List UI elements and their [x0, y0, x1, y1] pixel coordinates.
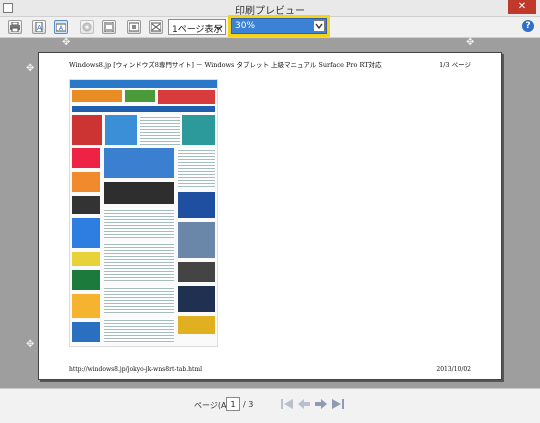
first-page-icon[interactable]: [280, 398, 294, 410]
zoom-dropdown-button[interactable]: [313, 20, 325, 32]
header-footer-button[interactable]: [102, 20, 116, 34]
printer-icon: [10, 22, 20, 32]
page-setup-button[interactable]: [80, 20, 94, 34]
zoom-highlight: 30%: [228, 15, 330, 37]
page-header-page-number: 1/3 ページ: [439, 61, 471, 69]
margin-handle-left-top[interactable]: ✥: [62, 38, 70, 48]
shrink-to-fit-button[interactable]: [149, 20, 163, 34]
margin-handle-right-top[interactable]: ✥: [466, 38, 474, 48]
header-footer-icon: [104, 22, 114, 32]
last-page-icon[interactable]: [331, 398, 345, 410]
next-page-icon[interactable]: [314, 398, 328, 410]
chevron-down-icon: [315, 23, 323, 30]
portrait-button[interactable]: A: [32, 20, 46, 34]
page-header-title: Windows8.jp [ウィンドウズ8専門サイト] － Windows タブレ…: [69, 61, 382, 69]
zoom-value: 30%: [235, 21, 256, 31]
shrink-icon: [151, 22, 161, 32]
page-content-thumbnail: [69, 79, 218, 347]
status-bar: ページ(A) 1 / 3: [0, 388, 540, 423]
help-button[interactable]: ?: [522, 20, 534, 32]
gear-icon: [82, 22, 92, 32]
margin-handle-top[interactable]: ✥: [26, 64, 34, 74]
close-button[interactable]: ✕: [508, 0, 536, 14]
preview-page: Windows8.jp [ウィンドウズ8専門サイト] － Windows タブレ…: [38, 52, 502, 380]
previous-page-icon[interactable]: [297, 398, 311, 410]
page-total: / 3: [243, 400, 254, 409]
fullscreen-button[interactable]: [127, 20, 141, 34]
margin-handle-bottom[interactable]: ✥: [26, 340, 34, 350]
fullscreen-icon: [129, 22, 139, 32]
landscape-page-icon: A: [56, 23, 66, 32]
svg-text:A: A: [37, 24, 42, 32]
page-footer-url: http://windows8.jp/jokyo-jk-wns8rt-tab.h…: [69, 366, 203, 373]
page-label: ページ(A): [194, 401, 230, 410]
print-button[interactable]: [8, 20, 22, 34]
landscape-button[interactable]: A: [54, 20, 68, 34]
page-footer-date: 2013/10/02: [436, 366, 471, 373]
chevron-down-icon: [214, 25, 223, 31]
zoom-select[interactable]: 30%: [231, 18, 327, 34]
preview-area: ✥ ✥ ✥ ✥ Windows8.jp [ウィンドウズ8専門サイト] － Win…: [0, 38, 540, 388]
page-view-select[interactable]: 1ページ表示: [168, 19, 226, 35]
page-number-input[interactable]: 1: [226, 397, 240, 411]
portrait-page-icon: A: [35, 22, 43, 32]
